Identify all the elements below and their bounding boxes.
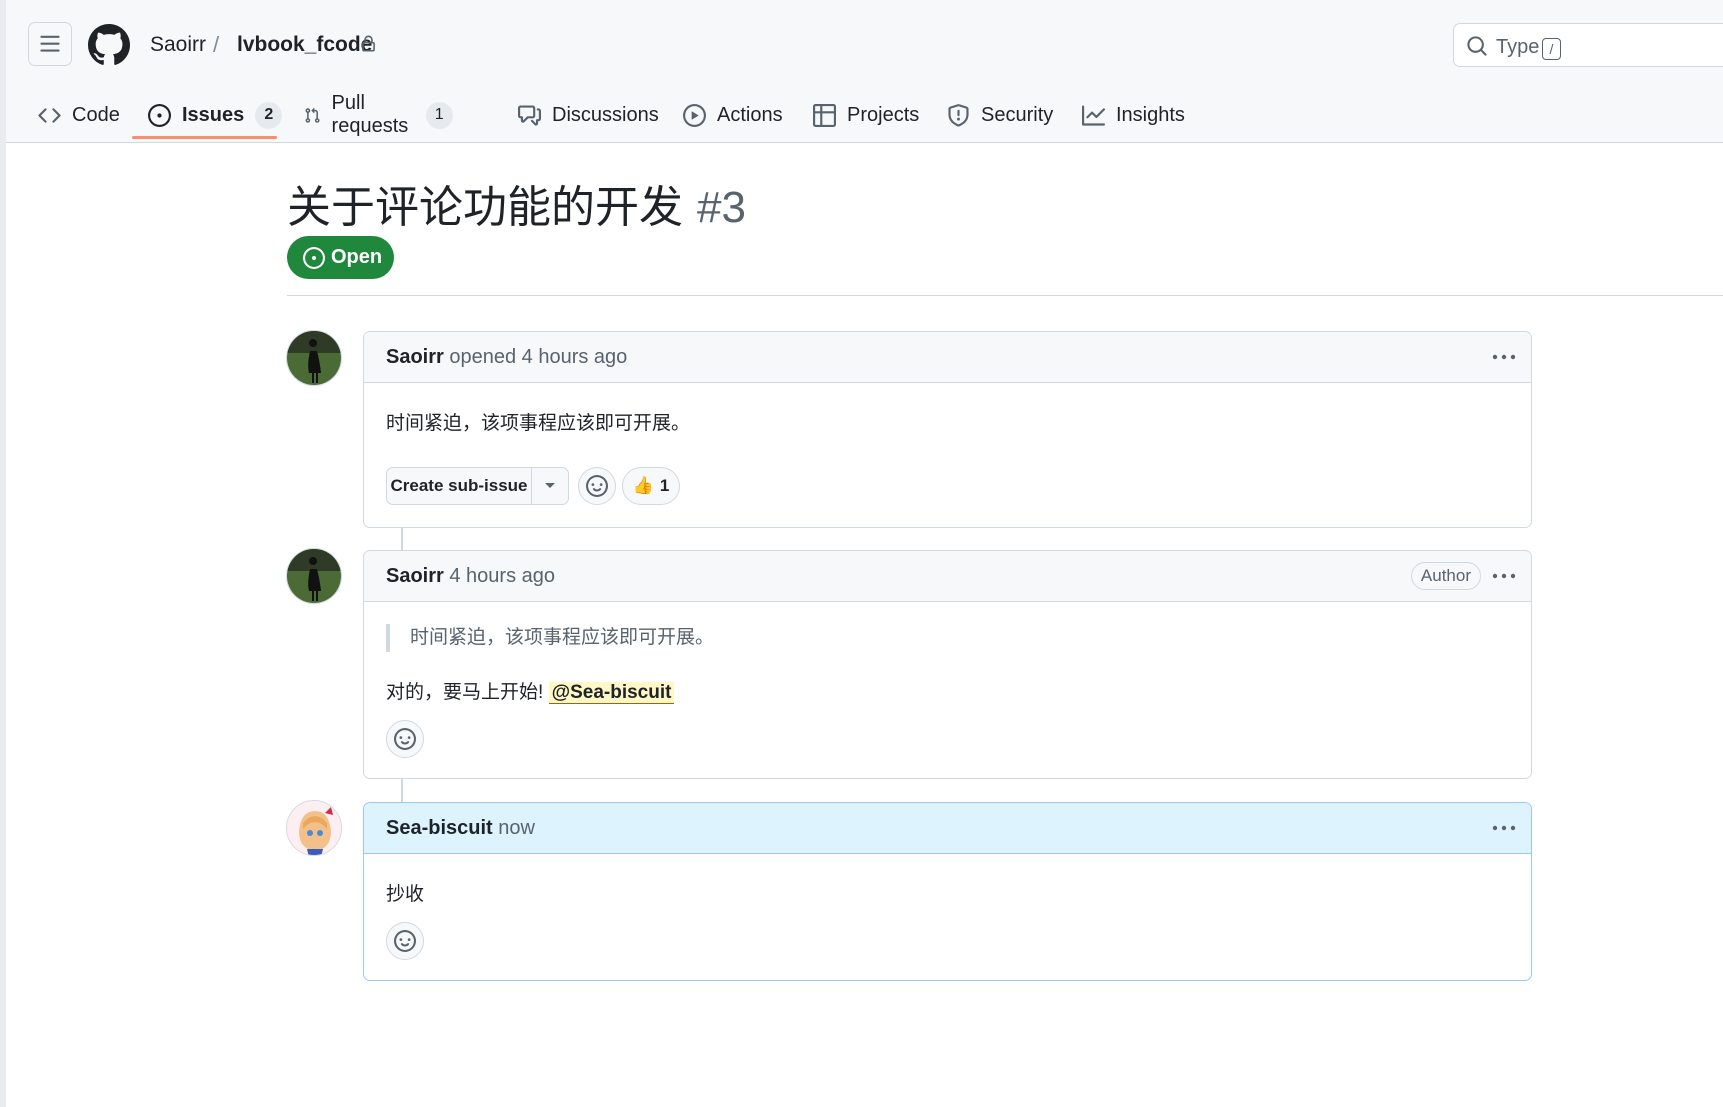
comment-author-line: Sea-biscuit now xyxy=(386,817,535,840)
comment-options-button[interactable] xyxy=(1489,561,1519,591)
tab-label: Security xyxy=(981,103,1054,126)
avatar[interactable] xyxy=(286,800,342,856)
smiley-icon xyxy=(586,475,608,497)
breadcrumb-repo[interactable]: lvbook_fcode xyxy=(237,33,372,57)
git-pull-request-icon xyxy=(305,107,320,123)
kebab-horizontal-icon xyxy=(1492,354,1516,360)
comment-author[interactable]: Saoirr xyxy=(386,346,444,368)
author-role-badge: Author xyxy=(1410,562,1481,590)
comment-timestamp[interactable]: opened 4 hours ago xyxy=(449,346,627,368)
issue-state-badge: Open xyxy=(287,236,394,279)
breadcrumb-separator: / xyxy=(213,32,220,57)
tab-discussions[interactable]: Discussions xyxy=(518,88,659,142)
table-icon xyxy=(813,103,836,127)
thumbs-up-icon: 👍 xyxy=(632,476,654,495)
active-tab-indicator xyxy=(132,136,277,139)
triangle-down-icon xyxy=(545,483,555,488)
timeline-comment: Saoirr 4 hours ago Author 时间紧迫，该项事程应该即可开… xyxy=(363,550,1532,779)
search-placeholder: Type xyxy=(1496,36,1540,58)
github-logo-icon[interactable] xyxy=(88,24,130,66)
search-icon xyxy=(1467,36,1487,56)
comment-options-button[interactable] xyxy=(1489,342,1519,372)
lock-icon xyxy=(362,35,375,52)
issue-number: #3 xyxy=(697,183,746,232)
comment-options-button[interactable] xyxy=(1489,813,1519,843)
comment-body: 时间紧迫，该项事程应该即可开展。 xyxy=(386,413,691,434)
create-sub-issue-button-group: Create sub-issue xyxy=(386,467,569,505)
add-reaction-button[interactable] xyxy=(386,720,424,758)
tab-label: Insights xyxy=(1116,103,1185,126)
issue-body-comment: Saoirr opened 4 hours ago 时间紧迫，该项事程应该即可开… xyxy=(363,331,1532,528)
tab-actions[interactable]: Actions xyxy=(683,88,783,142)
add-reaction-button[interactable] xyxy=(386,922,424,960)
breadcrumb-owner[interactable]: Saoirr xyxy=(150,33,206,57)
tab-label: Issues xyxy=(182,103,245,126)
shield-icon xyxy=(948,103,969,127)
comment-author-line: Saoirr 4 hours ago xyxy=(386,565,555,588)
play-icon xyxy=(683,103,706,127)
comment-header: Sea-biscuit now xyxy=(364,803,1531,854)
sub-issue-dropdown-button[interactable] xyxy=(532,468,568,504)
kebab-horizontal-icon xyxy=(1492,825,1516,831)
timeline-comment: Sea-biscuit now 抄收 xyxy=(363,802,1532,981)
pull-requests-count-badge: 1 xyxy=(425,101,453,129)
comment-author-line: Saoirr opened 4 hours ago xyxy=(386,346,627,369)
comment-blockquote: 时间紧迫，该项事程应该即可开展。 xyxy=(386,624,714,652)
kebab-horizontal-icon xyxy=(1492,573,1516,579)
avatar-image-icon xyxy=(287,331,341,385)
reaction-count: 1 xyxy=(659,476,670,495)
tab-label: Code xyxy=(72,103,120,126)
tab-label: Projects xyxy=(847,103,920,126)
issue-title: 关于评论功能的开发 #3 xyxy=(287,171,746,235)
comment-discussion-icon xyxy=(518,104,541,126)
add-reaction-button[interactable] xyxy=(578,467,616,505)
tab-pull-requests[interactable]: Pull requests 1 xyxy=(304,88,453,142)
avatar[interactable] xyxy=(286,330,342,386)
comment-author[interactable]: Saoirr xyxy=(386,565,444,587)
smiley-icon xyxy=(394,930,416,952)
graph-icon xyxy=(1082,104,1105,126)
code-icon xyxy=(38,107,61,123)
menu-button[interactable] xyxy=(28,22,72,66)
issue-opened-icon xyxy=(148,103,171,127)
search-input[interactable]: Type / xyxy=(1453,23,1723,67)
user-mention-link[interactable]: @Sea-biscuit xyxy=(548,682,675,704)
tab-insights[interactable]: Insights xyxy=(1082,88,1185,142)
header-divider xyxy=(287,295,1723,296)
tab-issues[interactable]: Issues 2 xyxy=(148,88,283,142)
comment-body: 对的，要马上开始! @Sea-biscuit xyxy=(386,677,675,704)
tab-projects[interactable]: Projects xyxy=(813,88,919,142)
search-shortcut-key: / xyxy=(1542,38,1561,60)
issue-opened-icon xyxy=(303,246,325,269)
create-sub-issue-button[interactable]: Create sub-issue xyxy=(387,468,532,504)
hamburger-icon xyxy=(40,35,60,52)
comment-timestamp[interactable]: 4 hours ago xyxy=(449,565,555,587)
tab-label: Actions xyxy=(717,103,783,126)
smiley-icon xyxy=(394,728,416,750)
timeline-connector xyxy=(401,779,403,802)
comment-author[interactable]: Sea-biscuit xyxy=(386,817,493,839)
comment-body-text: 对的，要马上开始! xyxy=(386,682,544,703)
tab-label: Discussions xyxy=(552,103,659,126)
timeline-connector xyxy=(401,527,403,550)
issue-title-text: 关于评论功能的开发 xyxy=(287,183,683,232)
issue-state-label: Open xyxy=(331,246,383,268)
comment-header: Saoirr 4 hours ago Author xyxy=(364,551,1531,602)
comment-body: 抄收 xyxy=(386,884,425,905)
avatar[interactable] xyxy=(286,548,342,604)
tab-security[interactable]: Security xyxy=(947,88,1053,142)
tab-label: Pull requests xyxy=(331,92,409,137)
avatar-image-icon xyxy=(287,549,341,603)
issues-count-badge: 2 xyxy=(255,101,283,129)
comment-header: Saoirr opened 4 hours ago xyxy=(364,332,1531,383)
avatar-image-icon xyxy=(287,801,341,855)
comment-timestamp[interactable]: now xyxy=(498,817,535,839)
tab-code[interactable]: Code xyxy=(38,88,120,142)
thumbs-up-reaction[interactable]: 👍 1 xyxy=(622,467,680,505)
